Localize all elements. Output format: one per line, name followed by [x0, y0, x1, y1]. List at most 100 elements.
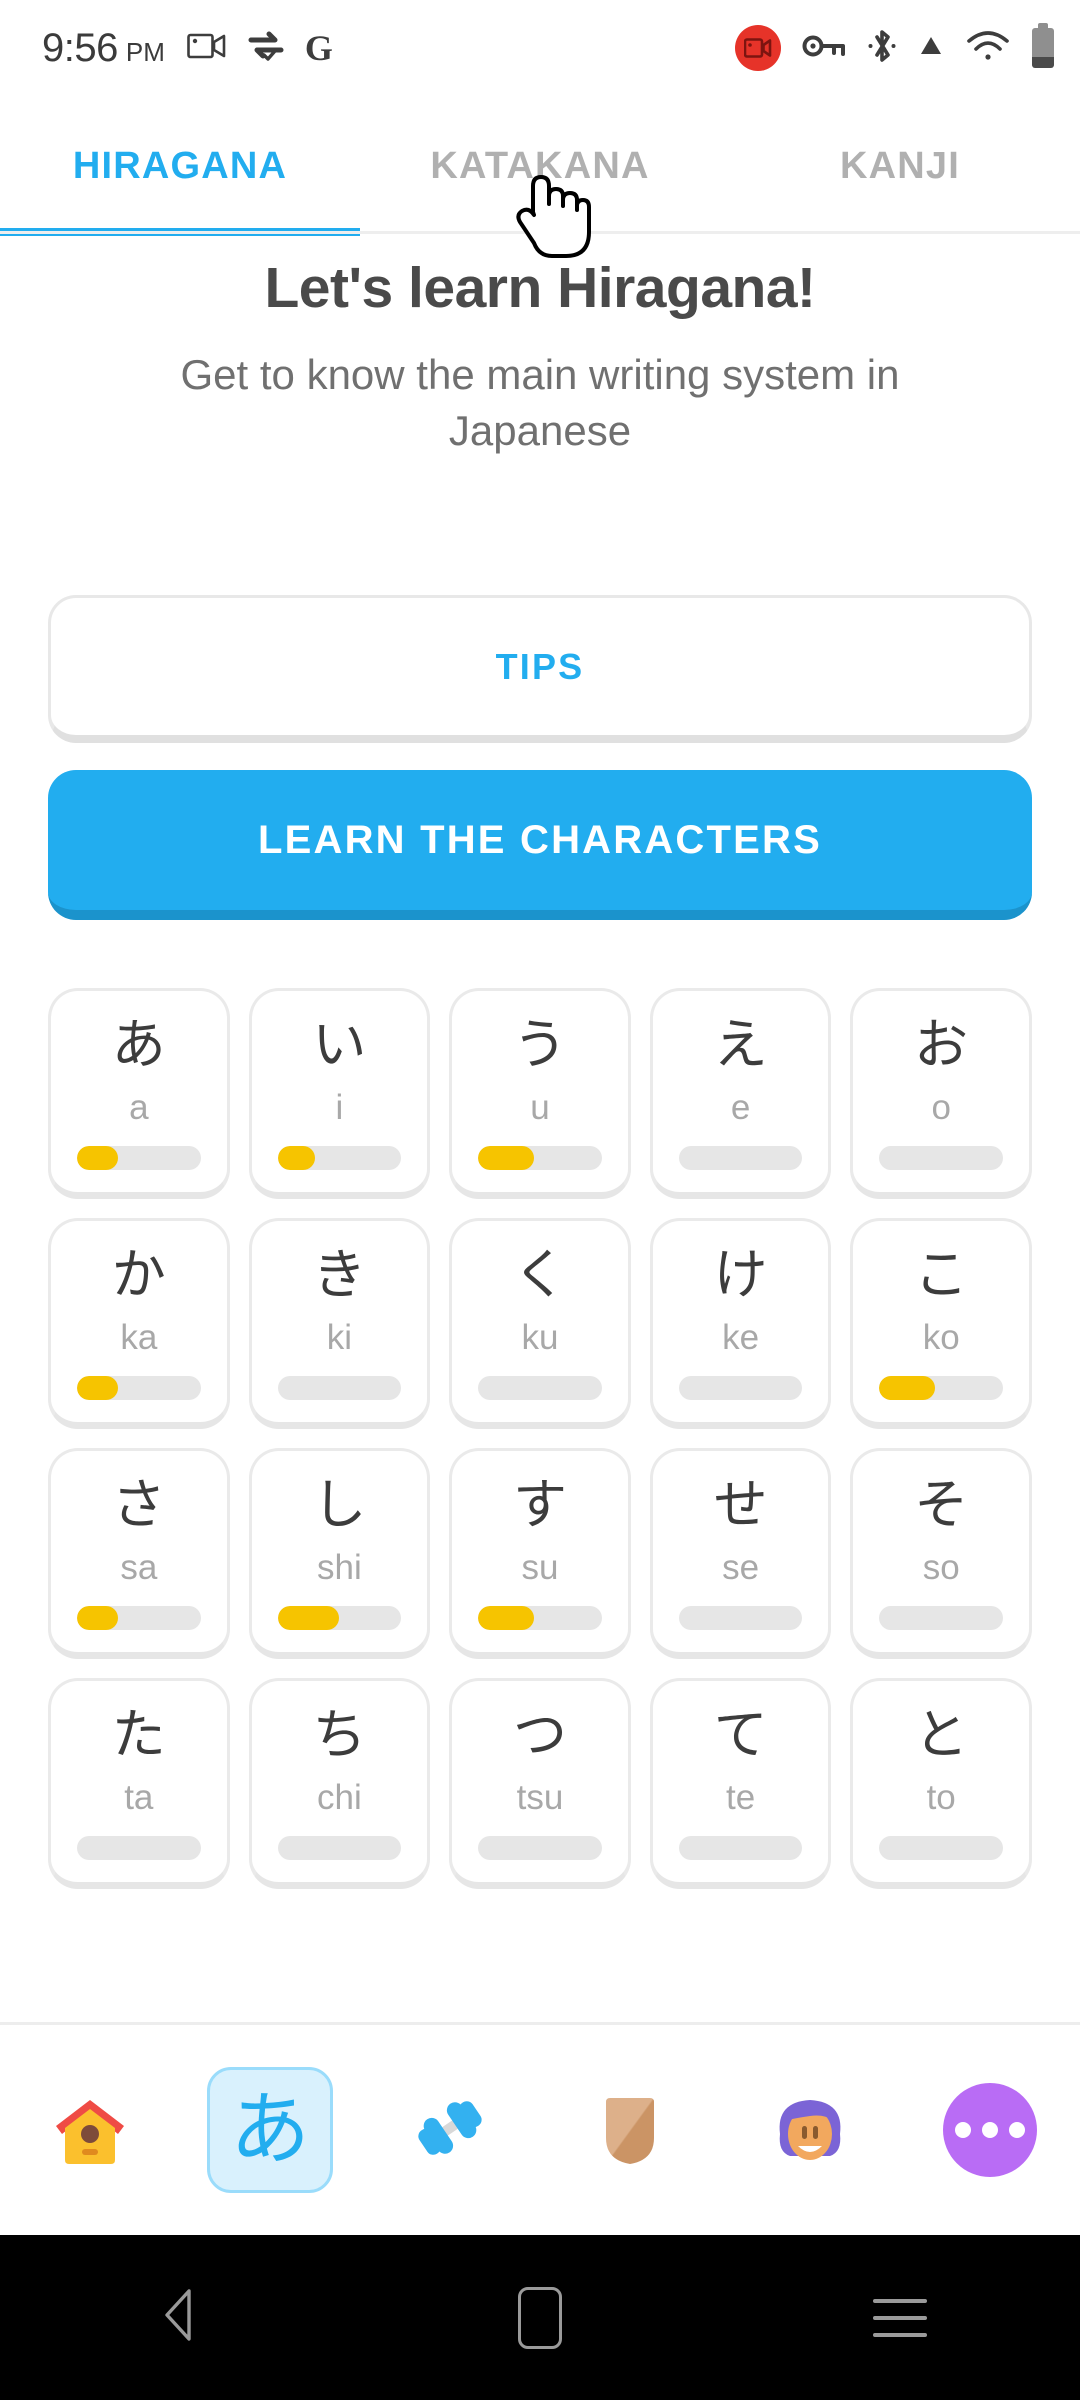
- kana-card-shi[interactable]: し shi: [248, 1448, 431, 1659]
- kana-character: せ: [713, 1473, 768, 1536]
- tab-divider: [0, 231, 1080, 234]
- kana-character: つ: [512, 1703, 567, 1766]
- kana-card-tsu[interactable]: つ tsu: [449, 1678, 631, 1889]
- kana-character: え: [713, 1013, 768, 1076]
- kana-row: さ sa し shi す su せ se そ so: [48, 1448, 1032, 1659]
- kana-progress-fill: [879, 1376, 935, 1400]
- status-clock: 9:56: [42, 25, 118, 70]
- kana-romaji: tsu: [516, 1778, 564, 1818]
- shield-icon: [578, 2076, 682, 2185]
- kana-progress-track: [77, 1606, 201, 1630]
- kana-romaji: u: [530, 1088, 550, 1128]
- more-dots-icon: [943, 2083, 1037, 2177]
- kana-romaji: su: [521, 1548, 559, 1588]
- tab-katakana-label: KATAKANA: [430, 144, 650, 187]
- triangle-back-icon: [149, 2281, 211, 2354]
- kana-progress-fill: [277, 1146, 315, 1170]
- kana-romaji: shi: [317, 1548, 362, 1588]
- kana-card-se[interactable]: せ se: [649, 1448, 832, 1659]
- kana-card-te[interactable]: て te: [649, 1678, 832, 1889]
- kana-progress-track: [77, 1376, 201, 1400]
- android-back-button[interactable]: [0, 2281, 360, 2354]
- kana-progress-track: [678, 1376, 803, 1400]
- status-notification-icons: G: [187, 30, 333, 67]
- kana-card-su[interactable]: す su: [449, 1448, 631, 1659]
- nav-item-practice[interactable]: [360, 2025, 540, 2235]
- kana-character: け: [713, 1243, 768, 1306]
- tab-katakana[interactable]: KATAKANA: [360, 96, 720, 236]
- kana-card-ku[interactable]: く ku: [449, 1218, 631, 1429]
- nav-item-profile[interactable]: [720, 2025, 900, 2235]
- kana-card-e[interactable]: えe: [649, 988, 832, 1199]
- kana-progress-fill: [77, 1606, 118, 1630]
- kana-card-i[interactable]: いi: [248, 988, 431, 1199]
- nav-item-alphabet[interactable]: あ: [180, 2025, 360, 2235]
- screen-record-icon: [735, 25, 781, 71]
- tab-kanji[interactable]: KANJI: [720, 96, 1080, 236]
- kana-card-ka[interactable]: か ka: [48, 1218, 230, 1429]
- learn-characters-button[interactable]: LEARN THE CHARACTERS: [48, 770, 1032, 920]
- tips-button[interactable]: TIPS: [48, 595, 1032, 743]
- status-bar: 9:56 PM G: [0, 0, 1080, 96]
- kana-progress-fill: [478, 1606, 534, 1630]
- kana-character: さ: [111, 1473, 166, 1536]
- google-g-icon: G: [304, 28, 333, 68]
- kana-progress-track: [77, 1146, 201, 1170]
- status-system-icons: [735, 23, 1054, 71]
- kana-card-sa[interactable]: さ sa: [48, 1448, 230, 1659]
- kana-row: か ka き ki く ku け ke こ ko: [48, 1218, 1032, 1429]
- kana-character: あ: [111, 1013, 166, 1076]
- kana-card-a[interactable]: あa: [48, 988, 230, 1199]
- bottom-navigation: あ: [0, 2025, 1080, 2235]
- kana-row: あaいiうuえeおo: [48, 988, 1032, 1199]
- kana-row: た ta ち chi つ tsu て te と to: [48, 1678, 1032, 1889]
- android-recents-button[interactable]: [720, 2298, 1080, 2337]
- nav-item-home[interactable]: [0, 2025, 180, 2235]
- kana-romaji: ku: [521, 1318, 559, 1358]
- kana-progress-fill: [478, 1146, 534, 1170]
- kana-card-ke[interactable]: け ke: [649, 1218, 832, 1429]
- kana-progress-fill: [277, 1606, 340, 1630]
- kana-card-chi[interactable]: ち chi: [248, 1678, 431, 1889]
- kana-card-ki[interactable]: き ki: [248, 1218, 431, 1429]
- kana-progress-track: [277, 1836, 402, 1860]
- kana-romaji: so: [922, 1548, 960, 1588]
- page-title: Let's learn Hiragana!: [264, 256, 816, 320]
- kana-character: そ: [914, 1473, 969, 1536]
- kana-card-o[interactable]: おo: [850, 988, 1032, 1199]
- kana-romaji: se: [722, 1548, 760, 1588]
- kana-romaji: a: [129, 1088, 149, 1128]
- nav-active-indicator: あ: [207, 2067, 333, 2193]
- kana-progress-track: [678, 1606, 803, 1630]
- kana-progress-track: [277, 1606, 402, 1630]
- kana-card-ko[interactable]: こ ko: [850, 1218, 1032, 1429]
- kana-card-u[interactable]: うu: [449, 988, 631, 1199]
- home-rect-icon: [518, 2286, 562, 2349]
- kana-character: う: [512, 1013, 567, 1076]
- kana-romaji: ki: [326, 1318, 353, 1358]
- android-home-button[interactable]: [360, 2286, 720, 2349]
- kana-progress-track: [879, 1376, 1003, 1400]
- kana-romaji: i: [335, 1088, 344, 1128]
- tips-button-label: TIPS: [495, 645, 585, 687]
- kana-progress-track: [77, 1836, 201, 1860]
- kana-character: ち: [312, 1703, 367, 1766]
- kana-character: た: [111, 1703, 166, 1766]
- kana-romaji: ka: [120, 1318, 158, 1358]
- kana-progress-track: [478, 1606, 602, 1630]
- birdhouse-icon: [38, 2076, 142, 2185]
- nav-item-more[interactable]: [900, 2025, 1080, 2235]
- kana-progress-track: [879, 1606, 1003, 1630]
- kana-character: き: [312, 1243, 367, 1306]
- kana-card-ta[interactable]: た ta: [48, 1678, 230, 1889]
- hiragana-a-icon: あ: [230, 2083, 310, 2176]
- kana-progress-track: [478, 1376, 602, 1400]
- kana-card-so[interactable]: そ so: [850, 1448, 1032, 1659]
- kana-card-to[interactable]: と to: [850, 1678, 1032, 1889]
- kana-romaji: chi: [317, 1778, 362, 1818]
- kana-character: て: [713, 1703, 768, 1766]
- wifi-icon: [965, 28, 1011, 69]
- kana-character: か: [111, 1243, 166, 1306]
- tab-hiragana[interactable]: HIRAGANA: [0, 96, 360, 236]
- nav-item-leaderboard[interactable]: [540, 2025, 720, 2235]
